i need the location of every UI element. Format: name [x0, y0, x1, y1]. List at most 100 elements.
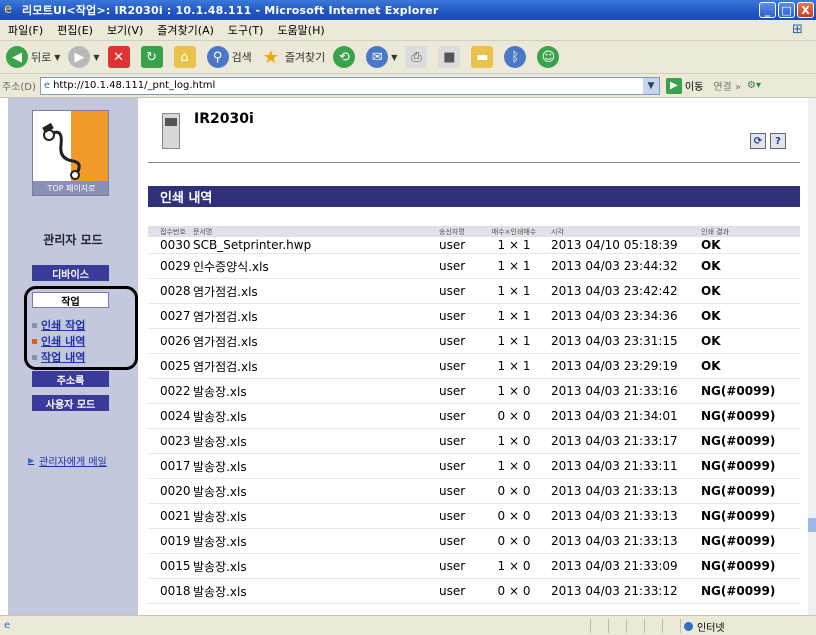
highlight-annotation [24, 286, 138, 370]
scrollbar-thumb[interactable] [808, 518, 816, 532]
favorites-button[interactable]: ★ 즐겨찾기 [260, 46, 326, 68]
edit-button[interactable]: ■ [438, 46, 463, 68]
top-page-logo[interactable]: TOP 페이지로 [32, 110, 109, 196]
address-label: 주소(D) [2, 82, 36, 93]
cell-copies: 0 × 0 [497, 509, 531, 523]
refresh-page-button[interactable]: ⟳ [750, 133, 766, 149]
cell-document-name: 염가점검.xls [193, 284, 258, 299]
cell-copies: 1 × 0 [497, 384, 531, 398]
cell-sender: user [439, 238, 466, 252]
star-icon: ★ [262, 46, 279, 68]
cell-job-number: 0015 [160, 559, 191, 573]
cell-document-name: 발송장.xls [193, 409, 247, 424]
forward-dropdown-icon[interactable]: ▼ [93, 53, 99, 62]
go-button[interactable]: ▶ 이동 [665, 77, 704, 94]
table-row: 0024 발송장.xls user 0 × 0 2013 04/03 21:34:01 N… [148, 404, 800, 429]
cell-copies: 0 × 0 [497, 484, 531, 498]
cell-result: NG(#0099) [701, 584, 776, 598]
menu-file[interactable]: 파일(F) [8, 22, 43, 38]
cell-job-number: 0017 [160, 459, 191, 473]
cell-sender: user [439, 359, 466, 373]
links-button[interactable]: 연결 » [713, 78, 741, 93]
device-button[interactable]: 디바이스 [32, 265, 109, 281]
table-row: 0015 발송장.xls user 1 × 0 2013 04/03 21:33:09 N… [148, 554, 800, 579]
cell-job-number: 0028 [160, 284, 191, 298]
cell-time: 2013 04/03 21:33:17 [551, 434, 678, 448]
cell-result: OK [701, 284, 721, 298]
messenger-button[interactable]: ☺ [537, 46, 562, 68]
cell-copies: 1 × 1 [497, 309, 531, 323]
col-document-name: 문서명 [193, 227, 213, 236]
mail-dropdown-icon[interactable]: ▼ [391, 53, 397, 62]
cell-sender: user [439, 384, 466, 398]
mail-admin-link[interactable]: ▶ 관리자에게 메일 [28, 453, 107, 468]
search-icon: ⚲ [206, 46, 229, 68]
minimize-button[interactable]: _ [759, 2, 776, 18]
search-button[interactable]: ⚲ 검색 [206, 46, 252, 68]
cell-job-number: 0025 [160, 359, 191, 373]
device-name: IR2030i [194, 111, 254, 127]
table-header: 접수번호 문서명 송신자명 매수×인쇄매수 시각 인쇄 결과 [148, 226, 800, 237]
refresh-button[interactable]: ↻ [140, 46, 166, 68]
folder-icon: ▬ [471, 46, 494, 68]
top-page-label: TOP 페이지로 [33, 181, 108, 195]
cell-job-number: 0018 [160, 584, 191, 598]
cell-time: 2013 04/03 23:44:32 [551, 259, 678, 273]
table-row: 0019 발송장.xls user 0 × 0 2013 04/03 21:33:13 N… [148, 529, 800, 554]
cell-document-name: 발송장.xls [193, 459, 247, 474]
links-extra-icon[interactable]: ⚙▾ [747, 80, 761, 91]
print-button[interactable]: ⎙ [405, 46, 430, 68]
menu-tools[interactable]: 도구(T) [228, 22, 264, 38]
home-button[interactable]: ⌂ [173, 46, 199, 68]
maximize-button[interactable]: □ [778, 2, 795, 18]
help-button[interactable]: ? [770, 133, 786, 149]
print-icon: ⎙ [405, 46, 428, 68]
cell-sender: user [439, 484, 466, 498]
cell-copies: 1 × 1 [497, 284, 531, 298]
cell-time: 2013 04/03 21:33:13 [551, 509, 678, 523]
go-label: 이동 [684, 82, 704, 93]
table-row: 0026 염가점검.xls user 1 × 1 2013 04/03 23:31:15… [148, 329, 800, 354]
cell-copies: 1 × 1 [497, 238, 531, 252]
cell-copies: 0 × 0 [497, 534, 531, 548]
cell-sender: user [439, 534, 466, 548]
forward-button[interactable]: ▶ ▼ [68, 46, 100, 68]
section-title: 인쇄 내역 [148, 186, 800, 207]
address-input[interactable]: e http://10.1.48.111/_pnt_log.html ▼ [39, 76, 660, 95]
home-icon: ⌂ [173, 46, 196, 68]
table-row: 0020 발송장.xls user 0 × 0 2013 04/03 21:33:13 N… [148, 479, 800, 504]
cell-copies: 1 × 1 [497, 259, 531, 273]
folder-button[interactable]: ▬ [471, 46, 496, 68]
cell-job-number: 0027 [160, 309, 191, 323]
close-button[interactable]: X [797, 2, 814, 18]
page-status-icon: e [4, 620, 11, 631]
page-icon: e [43, 80, 51, 91]
back-button[interactable]: ◀ 뒤로 ▼ [6, 46, 60, 68]
cell-time: 2013 04/10 05:18:39 [551, 238, 678, 252]
table-row: 0018 발송장.xls user 0 × 0 2013 04/03 21:33:12 N… [148, 579, 800, 604]
history-button[interactable]: ⟲ [333, 46, 358, 68]
bluetooth-button[interactable]: ᛒ [504, 46, 529, 68]
ie-icon: e [4, 2, 12, 17]
menu-edit[interactable]: 편집(E) [57, 22, 93, 38]
cell-document-name: 발송장.xls [193, 559, 247, 574]
address-book-button[interactable]: 주소록 [32, 371, 109, 387]
stop-button[interactable]: ✕ [107, 46, 133, 68]
user-mode-button[interactable]: 사용자 모드 [32, 395, 109, 411]
menu-favorites[interactable]: 즐겨찾기(A) [157, 22, 214, 38]
cell-time: 2013 04/03 21:33:09 [551, 559, 678, 573]
admin-mode-label: 관리자 모드 [43, 233, 103, 247]
cell-document-name: 발송장.xls [193, 384, 247, 399]
cell-result: NG(#0099) [701, 484, 776, 498]
address-dropdown-icon[interactable]: ▼ [642, 77, 659, 94]
page-content: TOP 페이지로 관리자 모드 디바이스 작업 인쇄 작업 인쇄 내역 작업 내… [0, 98, 808, 615]
cell-sender: user [439, 334, 466, 348]
back-dropdown-icon[interactable]: ▼ [54, 53, 60, 62]
cell-job-number: 0021 [160, 509, 191, 523]
cell-document-name: 발송장.xls [193, 484, 247, 499]
menu-help[interactable]: 도움말(H) [277, 22, 324, 38]
mail-button[interactable]: ✉ ▼ [366, 46, 397, 68]
mail-admin-label: 관리자에게 메일 [39, 457, 107, 468]
vertical-scrollbar[interactable] [808, 98, 816, 615]
menu-view[interactable]: 보기(V) [107, 22, 143, 38]
